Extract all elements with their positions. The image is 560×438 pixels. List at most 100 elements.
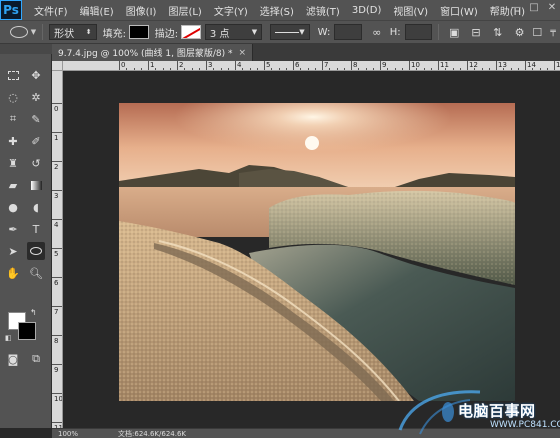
default-colors-icon[interactable]: ◧ [5,334,12,342]
screen-mode-icon[interactable]: ⧉ [27,350,45,368]
menu-edit[interactable]: 编辑(E) [80,3,114,18]
vertical-ruler[interactable]: 0 1 2 3 4 5 6 7 8 9 10 11 [52,71,63,428]
divider [438,24,440,40]
ruler-number: 6 [54,279,59,287]
menu-image[interactable]: 图像(I) [126,3,157,18]
ruler-number: 2 [54,163,59,171]
window-controls: — □ ✕ [510,2,558,14]
clone-stamp-icon[interactable]: ♜ [4,154,22,172]
height-label: H: [389,26,401,38]
ruler-tick [52,306,62,307]
ruler-number: 9 [382,61,387,69]
type-tool-icon[interactable]: T [27,220,45,238]
menu-file[interactable]: 文件(F) [34,3,68,18]
dodge-tool-icon[interactable]: ◖ [27,198,45,216]
path-alignment-icon[interactable]: ⊟ [469,25,483,39]
width-input[interactable] [334,24,362,40]
background-color-swatch[interactable] [18,322,36,340]
document-tab[interactable]: 9.7.4.jpg @ 100% (曲线 1, 图层蒙版/8) * × [52,44,253,61]
ruler-number: 5 [266,61,271,69]
close-icon[interactable]: ✕ [546,2,558,14]
blur-tool-icon[interactable]: ● [4,198,22,216]
ruler-origin[interactable] [52,61,63,71]
ruler-number: 15 [556,61,560,69]
ruler-tick [52,161,62,162]
menu-layer[interactable]: 图层(L) [168,3,201,18]
ruler-number: 3 [54,192,59,200]
menu-3d[interactable]: 3D(D) [352,5,382,16]
ruler-number: 2 [179,61,184,69]
link-icon[interactable]: ∞ [370,25,384,39]
chevron-down-icon: ▼ [299,28,305,36]
menu-select[interactable]: 选择(S) [260,3,294,18]
chevron-down-icon[interactable]: ▼ [31,28,36,36]
ruler-tick [52,393,62,394]
ruler-tick [235,61,236,70]
marquee-tool-icon[interactable] [4,66,22,84]
menu-window[interactable]: 窗口(W) [440,3,478,18]
horizontal-ruler[interactable]: 0123456789101112131415 [63,61,560,71]
zoom-tool-icon[interactable]: 🔍︎ [27,264,45,282]
maximize-icon[interactable]: □ [528,2,540,14]
ruler-number: 0 [54,105,59,113]
ruler-tick [293,61,294,70]
eraser-tool-icon[interactable]: ▰ [4,176,22,194]
menu-view[interactable]: 视图(V) [393,3,428,18]
ruler-number: 7 [324,61,329,69]
ruler-tick [119,61,120,70]
fill-color-swatch[interactable] [128,25,149,39]
ruler-number: 8 [353,61,358,69]
pen-tool-icon[interactable]: ✒ [4,220,22,238]
ruler-number: 8 [54,337,59,345]
eyedropper-icon[interactable]: ✎ [27,110,45,128]
minimize-icon[interactable]: — [510,2,522,14]
path-operations-icon[interactable]: ▣ [447,25,461,39]
ruler-tick [52,132,62,133]
ruler-number: 4 [54,221,59,229]
photoshop-logo: Ps [0,0,22,20]
lasso-tool-icon[interactable]: ◌ [4,88,22,106]
ruler-tick [264,61,265,70]
stroke-type-select[interactable]: ▼ [270,24,310,40]
close-icon[interactable]: × [238,48,246,58]
quick-mask-icon[interactable]: ◙ [4,350,22,368]
stroke-width-field[interactable]: 3 点 ▼ [204,24,263,40]
menu-filter[interactable]: 滤镜(T) [306,3,340,18]
ruler-number: 0 [121,61,126,69]
ellipse-tool-preset-icon[interactable] [10,26,28,38]
ruler-number: 5 [54,250,59,258]
ellipse-tool-icon[interactable] [27,242,45,260]
align-edges-checkbox[interactable]: ☐ [530,25,544,39]
canvas-area[interactable] [63,71,560,428]
brush-tool-icon[interactable]: ✐ [27,132,45,150]
watermark-url: WWW.PC841.COM [490,420,560,430]
tool-mode-select[interactable]: 形状 ⬍ [49,24,97,40]
document-tab-title: 9.7.4.jpg @ 100% (曲线 1, 图层蒙版/8) * [58,49,233,59]
gradient-tool-icon[interactable] [27,176,45,194]
ruler-number: 1 [150,61,155,69]
history-brush-icon[interactable]: ↺ [27,154,45,172]
healing-brush-icon[interactable]: ✚ [4,132,22,150]
path-arrangement-icon[interactable]: ⇅ [491,25,505,39]
ruler-tick [496,61,497,70]
move-tool-icon[interactable]: ✥ [27,66,45,84]
path-selection-icon[interactable]: ➤ [4,242,22,260]
gear-icon[interactable]: ⚙ [513,25,527,39]
ruler-tick [177,61,178,70]
zoom-level[interactable]: 100% [58,430,78,438]
ruler-tick [351,61,352,70]
hand-tool-icon[interactable]: ✋ [4,264,22,282]
ruler-tick [52,277,62,278]
ruler-tick [52,364,62,365]
crop-tool-icon[interactable]: ⌗ [4,110,22,128]
height-input[interactable] [404,24,433,40]
menu-type[interactable]: 文字(Y) [214,3,248,18]
swap-colors-icon[interactable]: ↰ [30,308,37,317]
ruler-tick [467,61,468,70]
stroke-color-swatch[interactable] [181,25,201,39]
ruler-tick [525,61,526,70]
document-size-info[interactable]: 文档:624.6K/624.6K [118,429,186,438]
toolbox-grip[interactable] [0,44,52,54]
document-image[interactable] [119,103,515,401]
magic-wand-icon[interactable]: ✲ [27,88,45,106]
